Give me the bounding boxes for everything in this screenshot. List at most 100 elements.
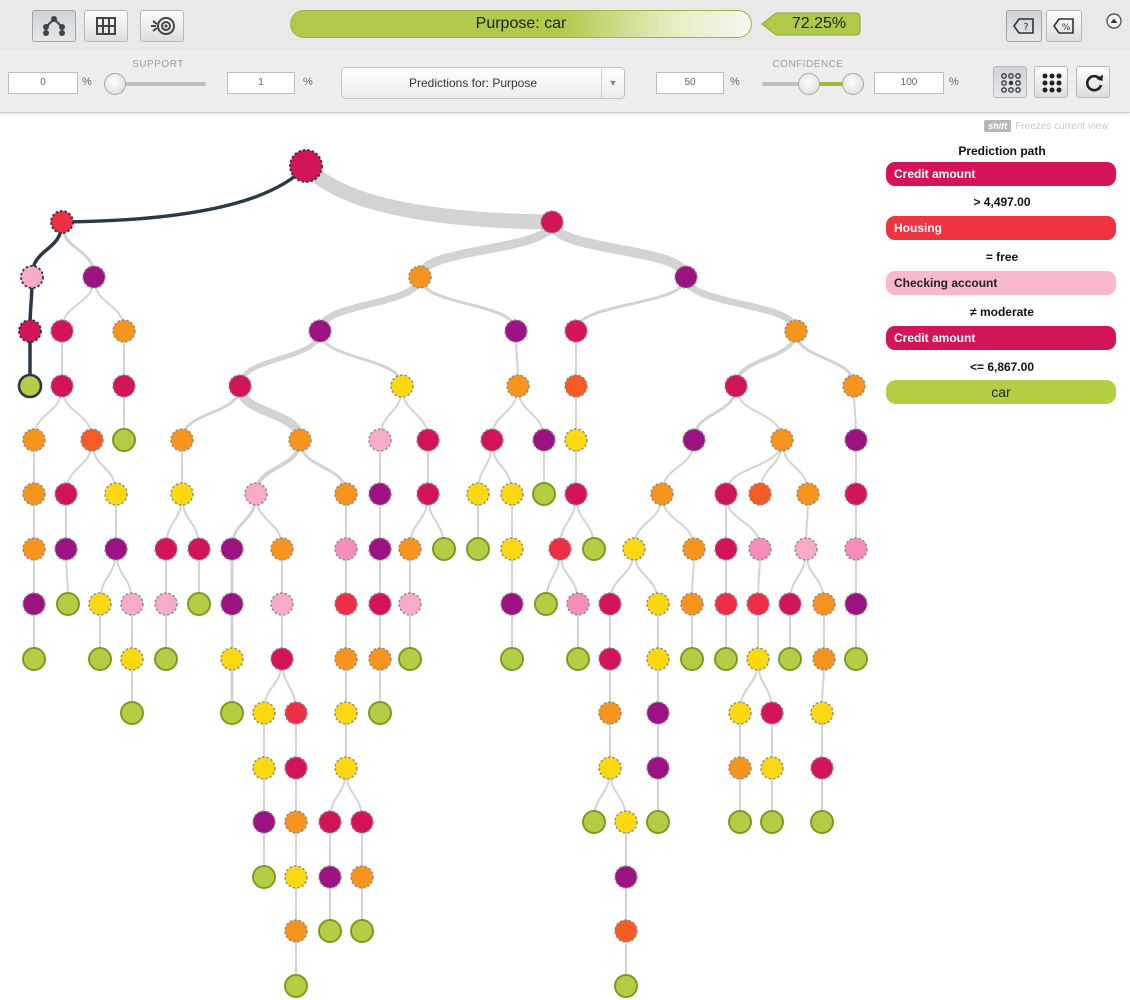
tree-split-node[interactable] — [506, 374, 530, 398]
tree-split-node[interactable] — [50, 374, 74, 398]
tree-leaf-node[interactable] — [88, 647, 112, 671]
tree-split-node[interactable] — [408, 265, 432, 289]
tree-leaf-node[interactable] — [714, 647, 738, 671]
tree-split-node[interactable] — [844, 537, 868, 561]
tree-split-node[interactable] — [748, 537, 772, 561]
tree-split-node[interactable] — [252, 701, 276, 725]
tree-split-node[interactable] — [614, 810, 638, 834]
tree-split-node[interactable] — [50, 210, 74, 234]
tree-split-node[interactable] — [220, 647, 244, 671]
tree-leaf-node[interactable] — [318, 919, 342, 943]
tree-split-node[interactable] — [844, 592, 868, 616]
tree-split-node[interactable] — [682, 537, 706, 561]
tree-split-node[interactable] — [284, 756, 308, 780]
tree-split-node[interactable] — [682, 428, 706, 452]
tree-leaf-node[interactable] — [534, 592, 558, 616]
tree-split-node[interactable] — [532, 428, 556, 452]
tree-split-node[interactable] — [598, 701, 622, 725]
tree-split-node[interactable] — [650, 482, 674, 506]
tree-split-node[interactable] — [270, 537, 294, 561]
tree-leaf-node[interactable] — [398, 647, 422, 671]
tree-split-node[interactable] — [112, 319, 136, 343]
tree-leaf-node[interactable] — [350, 919, 374, 943]
tree-split-node[interactable] — [350, 810, 374, 834]
tree-split-node[interactable] — [540, 210, 564, 234]
tree-leaf-node[interactable] — [120, 701, 144, 725]
tree-split-node[interactable] — [480, 428, 504, 452]
tree-split-node[interactable] — [368, 428, 392, 452]
tree-split-node[interactable] — [50, 319, 74, 343]
tree-leaf-node[interactable] — [680, 647, 704, 671]
tree-split-node[interactable] — [844, 482, 868, 506]
tree-split-node[interactable] — [252, 756, 276, 780]
tree-split-node[interactable] — [500, 537, 524, 561]
tree-split-node[interactable] — [228, 374, 252, 398]
tree-leaf-node[interactable] — [252, 865, 276, 889]
tree-split-node[interactable] — [334, 647, 358, 671]
tree-leaf-node[interactable] — [614, 974, 638, 998]
tree-split-node[interactable] — [844, 428, 868, 452]
tree-split-node[interactable] — [22, 592, 46, 616]
tree-split-node[interactable] — [564, 428, 588, 452]
tree-split-node[interactable] — [270, 592, 294, 616]
tree-split-node[interactable] — [334, 701, 358, 725]
tree-leaf-node[interactable] — [532, 482, 556, 506]
tree-split-node[interactable] — [54, 482, 78, 506]
tree-split-node[interactable] — [220, 537, 244, 561]
tree-split-node[interactable] — [88, 592, 112, 616]
tree-split-node[interactable] — [284, 810, 308, 834]
tree-split-node[interactable] — [120, 592, 144, 616]
tree-split-node[interactable] — [566, 592, 590, 616]
tree-split-node[interactable] — [810, 701, 834, 725]
tree-split-node[interactable] — [170, 428, 194, 452]
tree-split-node[interactable] — [598, 756, 622, 780]
tree-split-node[interactable] — [416, 428, 440, 452]
tree-split-node[interactable] — [368, 592, 392, 616]
tree-leaf-node[interactable] — [760, 810, 784, 834]
tree-leaf-node[interactable] — [22, 647, 46, 671]
tree-split-node[interactable] — [760, 701, 784, 725]
tree-leaf-node[interactable] — [56, 592, 80, 616]
tree-split-node[interactable] — [842, 374, 866, 398]
tree-leaf-node[interactable] — [17, 373, 43, 399]
tree-split-node[interactable] — [622, 537, 646, 561]
tree-leaf-node[interactable] — [810, 810, 834, 834]
tree-split-node[interactable] — [812, 592, 836, 616]
tree-split-node[interactable] — [714, 537, 738, 561]
tree-split-node[interactable] — [80, 428, 104, 452]
tree-split-node[interactable] — [252, 810, 276, 834]
tree-split-node[interactable] — [284, 919, 308, 943]
tree-split-node[interactable] — [714, 592, 738, 616]
tree-split-node[interactable] — [564, 374, 588, 398]
tree-split-node[interactable] — [728, 701, 752, 725]
tree-split-node[interactable] — [270, 647, 294, 671]
tree-split-node[interactable] — [614, 919, 638, 943]
tree-leaf-node[interactable] — [778, 647, 802, 671]
tree-leaf-node[interactable] — [368, 701, 392, 725]
tree-split-node[interactable] — [794, 537, 818, 561]
tree-split-node[interactable] — [22, 482, 46, 506]
tree-split-node[interactable] — [548, 537, 572, 561]
tree-split-node[interactable] — [646, 701, 670, 725]
tree-split-node[interactable] — [112, 374, 136, 398]
tree-split-node[interactable] — [350, 865, 374, 889]
tree-split-node[interactable] — [284, 701, 308, 725]
tree-split-node[interactable] — [728, 756, 752, 780]
tree-leaf-node[interactable] — [112, 428, 136, 452]
tree-split-node[interactable] — [500, 482, 524, 506]
tree-split-node[interactable] — [796, 482, 820, 506]
tree-leaf-node[interactable] — [728, 810, 752, 834]
tree-split-node[interactable] — [748, 482, 772, 506]
tree-split-node[interactable] — [22, 537, 46, 561]
tree-split-node[interactable] — [22, 428, 46, 452]
tree-split-node[interactable] — [398, 537, 422, 561]
tree-split-node[interactable] — [646, 592, 670, 616]
tree-split-node[interactable] — [812, 647, 836, 671]
tree-split-node[interactable] — [714, 482, 738, 506]
tree-split-node[interactable] — [154, 592, 178, 616]
tree-split-node[interactable] — [390, 374, 414, 398]
tree-split-node[interactable] — [466, 482, 490, 506]
tree-split-node[interactable] — [18, 319, 42, 343]
tree-split-node[interactable] — [308, 319, 332, 343]
tree-split-node[interactable] — [220, 592, 244, 616]
